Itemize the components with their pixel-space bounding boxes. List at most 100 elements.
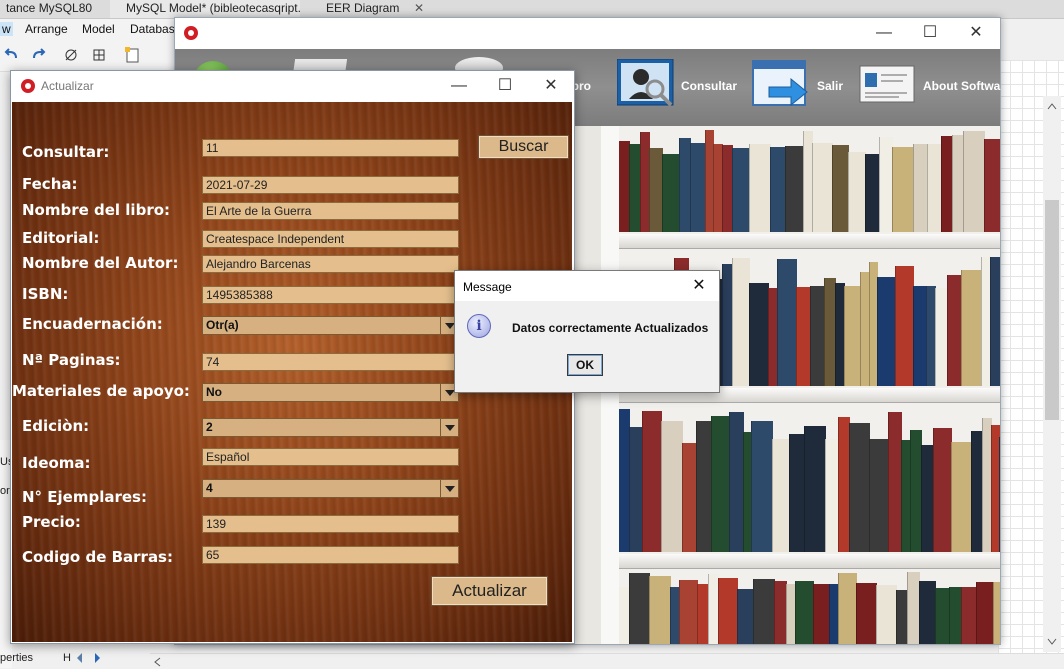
materiales-select[interactable]: No [202, 383, 459, 402]
codigo-barras-input[interactable]: 65 [202, 546, 459, 564]
book-spine [749, 144, 771, 232]
toggle-icon[interactable] [64, 48, 78, 62]
tab-label: EER Diagram [326, 1, 400, 15]
isbn-label: ISBN: [22, 285, 69, 303]
book-spine [947, 275, 962, 386]
shelf-board [603, 234, 1000, 249]
tab-scroll-arrows-icon[interactable] [75, 651, 103, 665]
search-person-icon [617, 59, 674, 107]
ok-button[interactable]: OK [567, 354, 603, 376]
message-titlebar: Message ✕ [455, 271, 719, 301]
edicion-select[interactable]: 2 [202, 418, 459, 437]
chevron-down-icon[interactable] [440, 480, 458, 497]
info-icon: i [467, 314, 491, 338]
nombre-libro-input[interactable]: El Arte de la Guerra [202, 202, 459, 220]
book-spine [963, 131, 985, 232]
idioma-label: Ideoma: [22, 454, 91, 472]
book-spine [813, 584, 830, 644]
book-spine [753, 579, 775, 644]
book-spine [927, 144, 942, 232]
history-tab[interactable]: H [63, 652, 71, 664]
encuadernacion-select[interactable]: Otr(a) [202, 316, 459, 335]
ejemplares-value: 4 [206, 481, 213, 495]
book-spine [888, 412, 902, 552]
isbn-input[interactable]: 1495385388 [202, 286, 459, 304]
app-logo-icon [21, 79, 35, 93]
maximize-button[interactable]: ☐ [482, 71, 528, 101]
edicion-label: Ediciòn: [22, 417, 90, 435]
tab-mysql-instance[interactable]: tance MySQL80 [0, 0, 110, 18]
encuadernacion-value: Otr(a) [206, 318, 239, 332]
tab-mysql-model[interactable]: MySQL Model* (bibleotecasqript.m... [110, 0, 300, 18]
scroll-left-icon[interactable] [153, 657, 161, 667]
dialog-title: Actualizar [41, 79, 94, 93]
book-spine [732, 258, 750, 386]
book-spine [825, 439, 839, 552]
ejemplares-label: N° Ejemplares: [22, 488, 147, 506]
horizontal-scrollbar[interactable] [150, 653, 1064, 669]
book-spine [919, 581, 936, 644]
minimize-button[interactable]: — [436, 71, 482, 101]
buscar-button[interactable]: Buscar [478, 135, 569, 159]
minimize-button[interactable]: — [861, 18, 907, 48]
properties-tab[interactable]: perties [0, 652, 33, 664]
book-spine [869, 439, 889, 552]
book-spine [913, 144, 928, 232]
book-spine [812, 143, 833, 232]
new-page-icon[interactable] [124, 46, 140, 64]
book-spine [690, 143, 706, 232]
scroll-down-icon[interactable] [1047, 638, 1057, 646]
book-spine [879, 137, 893, 232]
book-spine [718, 578, 738, 644]
menu-view[interactable]: w [0, 22, 13, 36]
book-spine [749, 283, 769, 386]
precio-input[interactable]: 139 [202, 515, 459, 533]
codigo-barras-label: Codigo de Barras: [22, 548, 173, 566]
book-spine [961, 270, 982, 386]
book-spine [629, 573, 650, 644]
grid-icon[interactable] [92, 48, 106, 62]
close-button[interactable]: ✕ [687, 275, 711, 297]
toolbar-about-button[interactable]: About Softwa [859, 49, 1000, 126]
scroll-up-icon[interactable] [1047, 102, 1057, 110]
book-spine [804, 426, 826, 552]
redo-icon[interactable] [30, 48, 46, 62]
fecha-label: Fecha: [22, 175, 78, 193]
book-spine [661, 421, 683, 552]
menu-model[interactable]: Model [82, 22, 115, 36]
toolbar-consultar-button[interactable]: Consultar [617, 49, 737, 126]
encuadernacion-label: Encuadernación: [22, 315, 163, 333]
vertical-scroll-thumb[interactable] [1045, 200, 1059, 420]
book-row [603, 404, 1000, 552]
book-spine [649, 148, 663, 232]
menu-arrange[interactable]: Arrange [25, 22, 68, 36]
chevron-down-icon[interactable] [440, 419, 458, 436]
book-spine [933, 428, 952, 552]
book-row [603, 570, 1000, 644]
book-spine [682, 443, 697, 552]
consultar-input[interactable]: 11 [202, 139, 459, 157]
book-spine [772, 439, 790, 552]
book-spine [696, 421, 712, 552]
undo-icon[interactable] [4, 48, 20, 62]
close-button[interactable]: ✕ [528, 71, 574, 101]
ejemplares-select[interactable]: 4 [202, 479, 459, 498]
close-button[interactable]: ✕ [953, 18, 999, 48]
book-spine [729, 412, 744, 552]
editorial-input[interactable]: Createspace Independent [202, 230, 459, 248]
close-icon[interactable]: ✕ [414, 0, 424, 16]
book-spine [876, 585, 897, 644]
actualizar-button[interactable]: Actualizar [431, 576, 548, 606]
exit-icon [752, 60, 808, 107]
book-spine [838, 573, 857, 644]
fecha-input[interactable]: 2021-07-29 [202, 176, 459, 194]
maximize-button[interactable]: ☐ [907, 18, 953, 48]
book-spine [679, 580, 698, 644]
paginas-input[interactable]: 74 [202, 353, 459, 371]
toolbar-salir-button[interactable]: Salir [751, 49, 851, 126]
tab-eer-diagram[interactable]: EER Diagram ✕ [310, 0, 430, 18]
main-titlebar: — ☐ ✕ [175, 18, 1000, 49]
book-spine [649, 576, 671, 644]
nombre-autor-input[interactable]: Alejandro Barcenas [202, 255, 459, 273]
idioma-input[interactable]: Español [202, 448, 459, 466]
